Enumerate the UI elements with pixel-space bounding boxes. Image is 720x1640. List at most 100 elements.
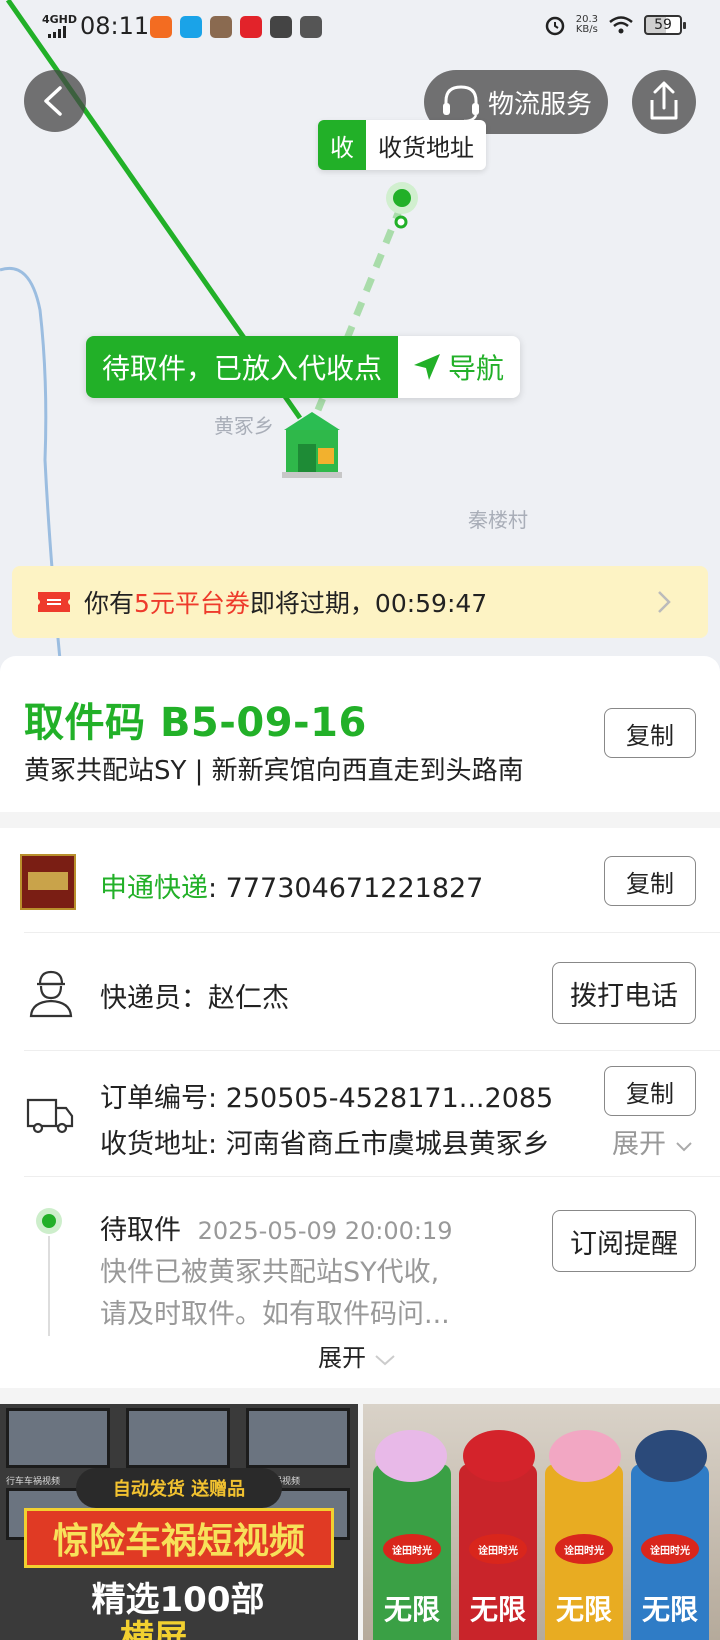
pickup-status-marker[interactable]: 待取件，已放入代收点 导航 (86, 336, 521, 398)
ad-card-right[interactable]: 诠田时光 无限 诠田时光 无限 诠田时光 无限 诠田时光 无限 (363, 1404, 720, 1640)
can-brand: 诠田时光 (641, 1534, 699, 1564)
address-value: 河南省商丘市虞城县黄冢乡 (225, 1129, 550, 1160)
headset-icon (443, 85, 479, 123)
signal-icon (48, 26, 66, 38)
ad-bottom-text: 横屏 (120, 1618, 188, 1640)
tracking-detail-line: 快件已被黄冢共配站SY代收, (100, 1257, 440, 1288)
copy-tracking-number-button[interactable]: 复制 (604, 856, 696, 906)
flower-decoration (463, 1430, 535, 1482)
tracking-number-row: 申通快递: 777304671221827 (100, 866, 483, 905)
expand-address-label: 展开 (612, 1129, 666, 1160)
pickup-code-value: B5-09-16 (159, 700, 367, 746)
navigate-label: 导航 (448, 352, 505, 385)
address-marker-label: 收货地址 (366, 120, 486, 170)
courier-icon (29, 970, 73, 1018)
coupon-expiry: 即将过期，00:59:47 (249, 589, 488, 618)
back-button[interactable] (24, 70, 86, 132)
call-courier-button[interactable]: 拨打电话 (552, 962, 696, 1024)
book-icon (270, 16, 292, 38)
courier-label: 快递员： (100, 983, 208, 1014)
order-number-row: 订单编号: 250505-4528171...2085 (100, 1076, 553, 1115)
tracking-timeline (48, 1236, 50, 1336)
courier-name: 赵仁杰 (208, 983, 289, 1014)
carrier-name: 申通快递 (100, 873, 208, 904)
chevron-left-icon (44, 86, 62, 116)
video-thumbnail (126, 1408, 230, 1468)
clock: 08:11 (80, 12, 150, 40)
app-notification-icon (180, 16, 202, 38)
coupon-prefix: 你有 (84, 589, 135, 618)
app-notification-icon (210, 16, 232, 38)
expand-address-button[interactable]: 展开 (612, 1122, 693, 1161)
divider (24, 932, 720, 933)
ad-subheadline: 精选100部 (91, 1580, 265, 1620)
pickup-code: 取件码 B5-09-16 (24, 690, 367, 748)
tracking-status-row: 待取件 2025-05-09 20:00:19 (100, 1208, 453, 1247)
can-label: 无限 (555, 1593, 612, 1626)
video-thumbnail (246, 1408, 350, 1468)
video-thumbnail (6, 1408, 110, 1468)
tracking-number: : 777304671221827 (208, 873, 484, 904)
logistics-service-label: 物流服务 (488, 89, 593, 120)
pickup-status-label: 待取件，已放入代收点 (86, 336, 399, 398)
chip-can: 诠田时光 无限 (631, 1464, 709, 1640)
order-number-label: 订单编号: (100, 1083, 218, 1114)
address-label: 收货地址: (100, 1129, 218, 1160)
thumbnail-caption: 行车车祸视频 (6, 1477, 61, 1487)
network-speed: 20.3 KB/s (576, 15, 598, 35)
can-label: 无限 (641, 1593, 698, 1626)
can-brand: 诠田时光 (469, 1534, 527, 1564)
tracking-status: 待取件 (100, 1215, 181, 1246)
copy-pickup-code-button[interactable]: 复制 (604, 708, 696, 758)
address-tag: 收 (318, 120, 366, 170)
pickup-code-label: 取件码 (24, 700, 146, 746)
courier-row: 快递员：赵仁杰 (100, 976, 289, 1015)
coupon-amount: 5元平台券 (134, 589, 250, 618)
station-icon (282, 412, 342, 478)
map-place-label: 秦楼村 (468, 508, 528, 532)
truck-icon (26, 1098, 74, 1134)
divider (24, 1050, 720, 1051)
chip-can: 诠田时光 无限 (459, 1464, 537, 1640)
ad-headline: 惊险车祸短视频 (24, 1508, 334, 1568)
tracking-detail-line: 请及时取件。如有取件码问... (100, 1299, 450, 1330)
can-label: 无限 (383, 1593, 440, 1626)
divider (24, 1176, 720, 1177)
can-brand: 诠田时光 (383, 1534, 441, 1564)
bus-icon (300, 16, 322, 38)
delivery-address-row: 收货地址: 河南省商丘市虞城县黄冢乡 (100, 1122, 594, 1161)
app-notification-icon (150, 16, 172, 38)
pickup-station-address: 黄冢共配站SY | 新新宾馆向西直走到头路南 (24, 756, 524, 786)
copy-order-number-button[interactable]: 复制 (604, 1066, 696, 1116)
app-notification-icon (240, 16, 262, 38)
chip-can: 诠田时光 无限 (373, 1464, 451, 1640)
share-button[interactable] (632, 70, 696, 134)
flower-decoration (635, 1430, 707, 1482)
battery-indicator: 59 (644, 15, 686, 35)
flower-decoration (549, 1430, 621, 1482)
ad-promo-tag: 自动发货 送赠品 (76, 1468, 282, 1508)
network-type: 4GHD (42, 13, 78, 26)
chevron-down-icon (675, 1142, 692, 1152)
coupon-banner[interactable]: 你有 5元平台券 即将过期，00:59:47 (12, 566, 708, 638)
ad-card-left[interactable]: 行车车祸视频 行车车祸视频 行车车祸视频 自动发货 送赠品 惊险车祸短视频 精选… (0, 1404, 358, 1640)
speed-unit: KB/s (575, 24, 598, 35)
expand-tracking-button[interactable]: 展开 (318, 1338, 396, 1373)
flower-decoration (375, 1430, 447, 1482)
tracking-datetime: 2025-05-09 20:00:19 (197, 1217, 453, 1245)
map-place-label: 黄冢乡 (214, 414, 274, 438)
can-brand: 诠田时光 (555, 1534, 613, 1564)
share-icon (650, 81, 678, 120)
expand-tracking-label: 展开 (318, 1344, 366, 1372)
ticket-icon (38, 592, 70, 612)
navigate-button[interactable]: 导航 (398, 336, 521, 398)
subscribe-reminder-button[interactable]: 订阅提醒 (552, 1210, 696, 1272)
alarm-icon (545, 16, 564, 36)
chip-can: 诠田时光 无限 (545, 1464, 623, 1640)
chevron-right-icon (658, 591, 671, 613)
navigation-arrow-icon (414, 354, 441, 380)
tracking-status-dot (36, 1208, 62, 1234)
order-number: 250505-4528171...2085 (225, 1083, 554, 1114)
carrier-logo (20, 854, 76, 910)
delivery-address-marker[interactable]: 收 收货地址 (318, 120, 486, 170)
